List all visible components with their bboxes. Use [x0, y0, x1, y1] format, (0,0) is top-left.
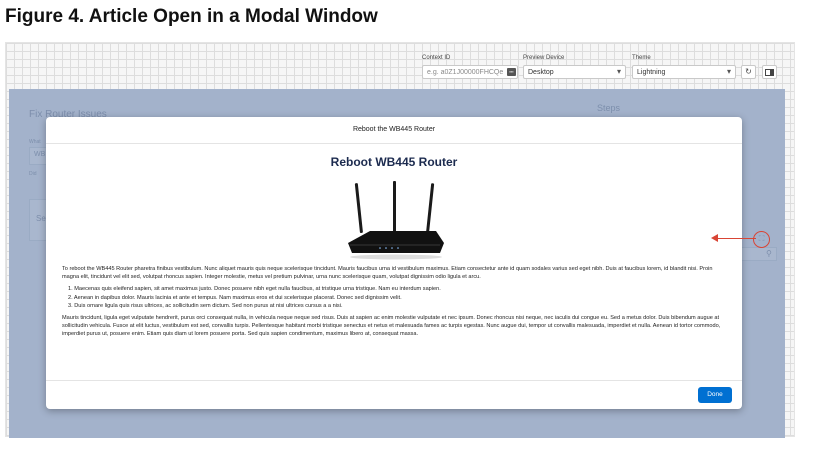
done-button[interactable]: Done — [698, 387, 732, 403]
theme-value: Lightning — [637, 69, 666, 76]
list-item: 3. Duis ornare ligula quis risus ultrice… — [68, 302, 343, 309]
article-intro: To reboot the WB445 Router pharetra fini… — [62, 266, 713, 281]
preview-device-label: Preview Device — [523, 55, 565, 61]
modal-header-title: Reboot the WB445 Router — [352, 126, 436, 133]
refresh-button[interactable]: ↻ — [741, 65, 756, 79]
callout-arrow — [716, 238, 756, 239]
list-item: 2. Aenean in dapibus dolor. Mauris lacin… — [68, 294, 402, 301]
chevron-down-icon: ▾ — [726, 67, 731, 76]
preview-panel-icon — [765, 69, 774, 76]
context-id-placeholder: e.g. a0Z1J00000FHCQe — [427, 69, 504, 76]
preview-toolbar: Context ID e.g. a0Z1J00000FHCQe ▪▪▪ Prev… — [6, 43, 794, 89]
theme-label: Theme — [632, 55, 651, 61]
callout-arrow-head — [711, 234, 718, 242]
record-lookup-icon[interactable]: ▪▪▪ — [507, 68, 516, 76]
article-modal: Reboot the WB445 Router Reboot WB445 Rou… — [46, 117, 742, 409]
toggle-preview-panel-button[interactable] — [762, 65, 777, 79]
router-image — [348, 181, 444, 260]
article-steps-list: 1. Maecenas quis eleifend sapien, sit am… — [68, 285, 726, 310]
refresh-icon: ↻ — [745, 67, 752, 76]
chevron-down-icon: ▾ — [616, 67, 621, 76]
article-title: Reboot WB445 Router — [330, 155, 458, 169]
modal-body: Reboot WB445 Router To reboot the WB445 … — [46, 143, 742, 381]
preview-device-value: Desktop — [528, 69, 554, 76]
theme-select[interactable]: Lightning ▾ — [632, 65, 736, 79]
figure-title: Figure 4. Article Open in a Modal Window — [5, 6, 378, 27]
context-id-input[interactable]: e.g. a0Z1J00000FHCQe ▪▪▪ — [422, 65, 518, 79]
expand-icon[interactable]: ⛶ — [753, 231, 770, 248]
article-content: To reboot the WB445 Router pharetra fini… — [62, 265, 726, 343]
article-closing: Mauris tincidunt, ligula eget vulputate … — [62, 315, 721, 338]
context-id-label: Context ID — [422, 55, 451, 61]
preview-device-select[interactable]: Desktop ▾ — [523, 65, 626, 79]
list-item: 1. Maecenas quis eleifend sapien, sit am… — [68, 286, 441, 293]
